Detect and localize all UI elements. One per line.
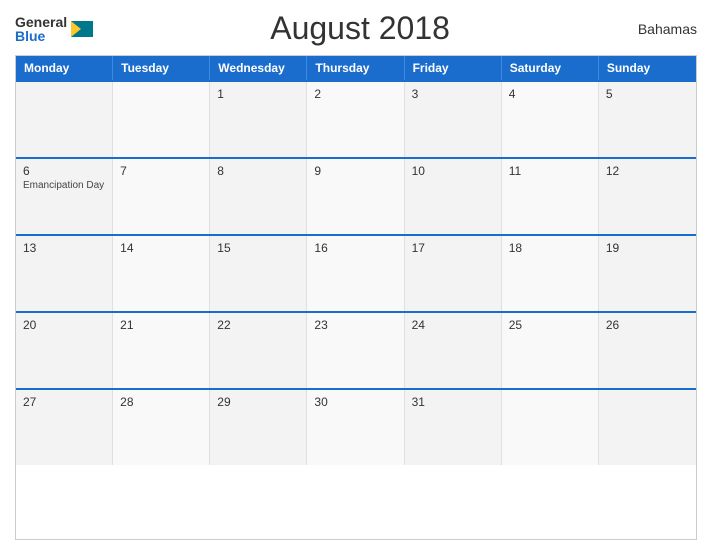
calendar-cell: 20 [16, 313, 113, 388]
day-number: 19 [606, 241, 689, 255]
day-number: 15 [217, 241, 299, 255]
header-day-sunday: Sunday [599, 56, 696, 80]
day-number: 5 [606, 87, 689, 101]
calendar-cell [113, 82, 210, 157]
header-day-saturday: Saturday [502, 56, 599, 80]
calendar-week-5: 27 28 29 30 31 [16, 388, 696, 465]
day-number: 27 [23, 395, 105, 409]
calendar-cell: 12 [599, 159, 696, 234]
calendar-cell: 25 [502, 313, 599, 388]
day-number: 6 [23, 164, 105, 178]
calendar-cell: 19 [599, 236, 696, 311]
calendar-cell: 24 [405, 313, 502, 388]
header-day-monday: Monday [16, 56, 113, 80]
calendar-cell: 27 [16, 390, 113, 465]
day-number: 4 [509, 87, 591, 101]
calendar-cell: 11 [502, 159, 599, 234]
logo-general-text: General [15, 15, 67, 29]
event-label: Emancipation Day [23, 180, 105, 191]
calendar-cell: 2 [307, 82, 404, 157]
day-number: 24 [412, 318, 494, 332]
day-number: 28 [120, 395, 202, 409]
day-number: 16 [314, 241, 396, 255]
calendar-week-3: 13 14 15 16 17 18 19 [16, 234, 696, 311]
calendar-cell: 4 [502, 82, 599, 157]
header-day-tuesday: Tuesday [113, 56, 210, 80]
calendar-cell: 30 [307, 390, 404, 465]
calendar-cell: 17 [405, 236, 502, 311]
calendar-week-2: 6 Emancipation Day 7 8 9 10 11 12 [16, 157, 696, 234]
day-number: 12 [606, 164, 689, 178]
day-number: 13 [23, 241, 105, 255]
calendar-cell [16, 82, 113, 157]
calendar-week-4: 20 21 22 23 24 25 26 [16, 311, 696, 388]
calendar-cell: 26 [599, 313, 696, 388]
day-number: 29 [217, 395, 299, 409]
day-number: 11 [509, 164, 591, 178]
calendar: MondayTuesdayWednesdayThursdayFridaySatu… [15, 55, 697, 540]
day-number: 8 [217, 164, 299, 178]
logo: General Blue [15, 15, 93, 43]
calendar-cell: 5 [599, 82, 696, 157]
calendar-cell: 10 [405, 159, 502, 234]
calendar-cell: 22 [210, 313, 307, 388]
calendar-cell: 3 [405, 82, 502, 157]
calendar-cell: 15 [210, 236, 307, 311]
day-number: 7 [120, 164, 202, 178]
day-number: 26 [606, 318, 689, 332]
day-number: 9 [314, 164, 396, 178]
calendar-cell: 1 [210, 82, 307, 157]
logo-flag-icon [71, 21, 93, 37]
day-number: 23 [314, 318, 396, 332]
header-day-thursday: Thursday [307, 56, 404, 80]
calendar-header: MondayTuesdayWednesdayThursdayFridaySatu… [16, 56, 696, 80]
page-header: General Blue August 2018 Bahamas [15, 10, 697, 47]
calendar-cell: 28 [113, 390, 210, 465]
calendar-cell: 21 [113, 313, 210, 388]
calendar-cell: 14 [113, 236, 210, 311]
day-number: 31 [412, 395, 494, 409]
calendar-cell: 13 [16, 236, 113, 311]
calendar-cell: 9 [307, 159, 404, 234]
day-number: 18 [509, 241, 591, 255]
day-number: 3 [412, 87, 494, 101]
calendar-cell: 23 [307, 313, 404, 388]
day-number: 14 [120, 241, 202, 255]
calendar-cell: 7 [113, 159, 210, 234]
calendar-cell: 8 [210, 159, 307, 234]
calendar-cell: 29 [210, 390, 307, 465]
day-number: 21 [120, 318, 202, 332]
day-number: 2 [314, 87, 396, 101]
header-day-friday: Friday [405, 56, 502, 80]
day-number: 22 [217, 318, 299, 332]
calendar-cell: 18 [502, 236, 599, 311]
logo-blue-text: Blue [15, 29, 67, 43]
day-number: 25 [509, 318, 591, 332]
header-day-wednesday: Wednesday [210, 56, 307, 80]
day-number: 1 [217, 87, 299, 101]
calendar-cell: 31 [405, 390, 502, 465]
calendar-cell [502, 390, 599, 465]
calendar-week-1: 1 2 3 4 5 [16, 80, 696, 157]
calendar-cell [599, 390, 696, 465]
day-number: 30 [314, 395, 396, 409]
month-title: August 2018 [93, 10, 627, 47]
day-number: 10 [412, 164, 494, 178]
calendar-cell: 6 Emancipation Day [16, 159, 113, 234]
calendar-cell: 16 [307, 236, 404, 311]
day-number: 17 [412, 241, 494, 255]
country-name: Bahamas [627, 21, 697, 37]
day-number: 20 [23, 318, 105, 332]
